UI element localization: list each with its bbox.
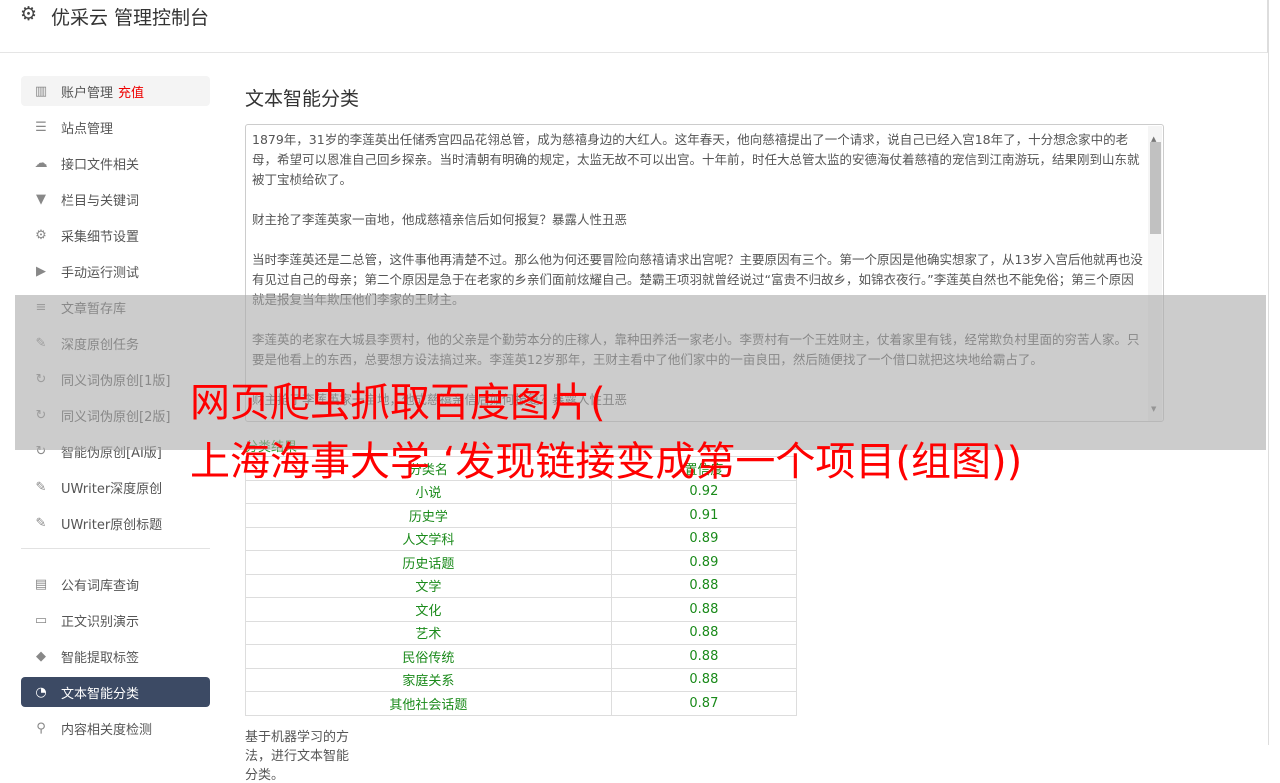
sidebar-item-label: 账户管理	[61, 85, 114, 101]
category-cell: 文学	[245, 573, 612, 598]
confidence-cell: 0.88	[610, 644, 798, 669]
play-icon: ▶	[36, 263, 46, 279]
bar-chart-icon: ▥	[34, 83, 48, 99]
confidence-cell: 0.87	[610, 691, 798, 716]
sidebar-divider	[21, 548, 210, 549]
cloud-upload-icon: ☁	[34, 155, 48, 171]
sidebar-item-label: 文本智能分类	[61, 686, 140, 702]
main-content: 文本智能分类 1879年，31岁的李莲英出任储秀宫四品花翎总管，成为慈禧身边的大…	[245, 84, 1164, 783]
confidence-cell: 0.89	[610, 550, 798, 575]
sidebar-item[interactable]: ✎ UWriter原创标题	[21, 508, 210, 538]
sidebar-item-label: 正文识别演示	[61, 614, 140, 630]
sidebar-item-label: 手动运行测试	[61, 265, 140, 281]
sidebar-item[interactable]: ▭ 正文识别演示	[21, 605, 210, 635]
monitor-icon: ▭	[34, 612, 48, 628]
gears-icon: ⚙	[35, 227, 47, 243]
sidebar-item-label: 接口文件相关	[61, 157, 140, 173]
sidebar-item[interactable]: ☰ 站点管理	[21, 112, 210, 142]
table-row: 历史话题 0.89	[245, 550, 798, 575]
sidebar-item[interactable]: ✎ UWriter深度原创	[21, 472, 210, 502]
table-row: 其他社会话题 0.87	[245, 691, 798, 716]
table-row: 人文学科 0.89	[245, 526, 798, 551]
search-icon: ⚲	[36, 720, 46, 736]
sidebar-item-label: UWriter深度原创	[61, 481, 163, 497]
table-row: 民俗传统 0.88	[245, 644, 798, 669]
category-cell: 家庭关系	[245, 667, 612, 692]
table-row: 文学 0.88	[245, 573, 798, 598]
watermark-overlay	[15, 295, 1266, 450]
confidence-cell: 0.91	[610, 503, 798, 528]
edit-icon: ✎	[35, 479, 47, 495]
watermark-line-2: 上海海事大学 ‘发现链接变成第一个项目(组图))	[190, 439, 1023, 485]
edit-icon: ✎	[35, 515, 47, 531]
gear-icon[interactable]: ⚙	[20, 3, 37, 25]
sidebar-item-label: 公有词库查询	[61, 578, 140, 594]
table-row: 文化 0.88	[245, 597, 798, 622]
sidebar-item-label: 采集细节设置	[61, 229, 140, 245]
confidence-cell: 0.88	[610, 667, 798, 692]
table-row: 历史学 0.91	[245, 503, 798, 528]
sidebar-item-label: 站点管理	[61, 121, 114, 137]
sidebar-item[interactable]: ⚲ 内容相关度检测	[21, 713, 210, 743]
confidence-cell: 0.88	[610, 597, 798, 622]
sidebar-item-label: 内容相关度检测	[61, 722, 153, 738]
sidebar-item[interactable]: ▤ 公有词库查询	[21, 569, 210, 599]
confidence-cell: 0.88	[610, 573, 798, 598]
sidebar-item-label: UWriter原创标题	[61, 517, 163, 533]
watermark-line-1: 网页爬虫抓取百度图片(	[190, 380, 606, 426]
sidebar-item-label: 栏目与关键词	[61, 193, 140, 209]
book-icon: ▤	[34, 576, 48, 592]
category-cell: 历史学	[245, 503, 612, 528]
tag-icon: ◆	[36, 648, 46, 664]
category-cell: 民俗传统	[245, 644, 612, 669]
category-cell: 艺术	[245, 620, 612, 645]
recharge-link[interactable]: 充值	[118, 82, 144, 101]
divider	[1268, 0, 1269, 745]
sidebar-item-label: 智能提取标签	[61, 650, 140, 666]
category-cell: 人文学科	[245, 526, 612, 551]
header: ⚙ 优采云 管理控制台	[0, 0, 1268, 53]
sidebar-item[interactable]: ▥ 账户管理 充值	[21, 76, 210, 106]
confidence-cell: 0.89	[610, 526, 798, 551]
filter-icon: ▼	[36, 191, 46, 207]
scroll-thumb[interactable]	[1150, 142, 1161, 234]
server-icon: ☰	[35, 119, 47, 135]
result-table: 分类名 置信度 小说 0.92 历史学 0.91 人文学科 0.89 历史话题 0.89 文学 0.…	[245, 456, 798, 716]
page-title: 文本智能分类	[245, 88, 360, 110]
category-cell: 历史话题	[245, 550, 612, 575]
pie-chart-icon: ◔	[35, 684, 47, 700]
confidence-cell: 0.88	[610, 620, 798, 645]
sidebar-item[interactable]: ◔ 文本智能分类	[21, 677, 210, 707]
category-cell: 其他社会话题	[245, 691, 612, 716]
sidebar-item[interactable]: ⚙ 采集细节设置	[21, 220, 210, 250]
sidebar-item[interactable]: ☁ 接口文件相关	[21, 148, 210, 178]
category-cell: 文化	[245, 597, 612, 622]
app-title: 优采云 管理控制台	[51, 7, 210, 29]
description: 基于机器学习的方法，进行文本智能分类。	[245, 730, 350, 783]
table-row: 艺术 0.88	[245, 620, 798, 645]
sidebar-item[interactable]: ◆ 智能提取标签	[21, 641, 210, 671]
sidebar-item[interactable]: ▼ 栏目与关键词	[21, 184, 210, 214]
table-row: 家庭关系 0.88	[245, 667, 798, 692]
sidebar-item[interactable]: ▶ 手动运行测试	[21, 256, 210, 286]
